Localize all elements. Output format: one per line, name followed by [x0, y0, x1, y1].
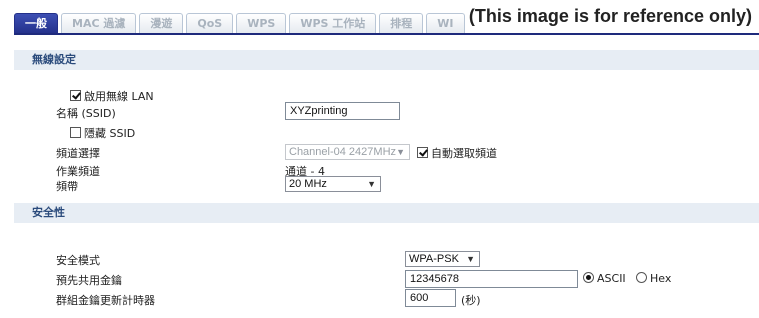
tab-list: 一般 MAC 過濾 漫遊 QoS WPS WPS 工作站 排程 WI: [14, 13, 468, 34]
hex-option[interactable]: Hex: [636, 272, 671, 285]
tab-underline: [14, 33, 759, 35]
bandwidth-select-value: 20 MHz: [289, 178, 327, 190]
rekey-label: 群組金鑰更新計時器: [56, 294, 155, 307]
ascii-radio[interactable]: [583, 272, 594, 283]
security-mode-select[interactable]: WPA-PSK ▼: [405, 251, 480, 267]
bandwidth-select[interactable]: 20 MHz ▼: [285, 176, 381, 192]
enable-wireless-checkbox[interactable]: [70, 90, 81, 101]
channel-select-label: 頻道選擇: [56, 147, 100, 160]
enable-wireless-label: 啟用無線 LAN: [84, 90, 154, 103]
hide-ssid-checkbox[interactable]: [70, 127, 81, 138]
rekey-unit: (秒): [461, 294, 481, 307]
hide-ssid-row[interactable]: 隱藏 SSID: [70, 125, 135, 141]
chevron-down-icon: ▼: [466, 254, 475, 264]
tab-mac-filter[interactable]: MAC 過濾: [61, 13, 137, 34]
wireless-section-header: 無線設定: [14, 50, 759, 70]
tab-roaming[interactable]: 漫遊: [139, 13, 184, 34]
settings-content: 無線設定 啟用無線 LAN 名稱 (SSID) XYZprinting 隱藏 S…: [14, 40, 759, 318]
wireless-section-title: 無線設定: [32, 53, 76, 66]
tab-bar: 一般 MAC 過濾 漫遊 QoS WPS WPS 工作站 排程 WI (This…: [0, 0, 759, 40]
psk-label: 預先共用金鑰: [56, 274, 122, 287]
reference-watermark: (This image is for reference only): [466, 6, 754, 27]
bandwidth-label: 頻帶: [56, 180, 78, 193]
auto-channel-checkbox[interactable]: [417, 147, 428, 158]
auto-channel-label: 自動選取頻道: [431, 147, 497, 160]
rekey-input[interactable]: 600: [405, 289, 456, 307]
ssid-input[interactable]: XYZprinting: [285, 102, 400, 120]
hex-radio[interactable]: [636, 272, 647, 283]
ascii-label: ASCII: [597, 272, 626, 285]
hex-label: Hex: [650, 272, 672, 285]
security-section-title: 安全性: [32, 206, 65, 219]
tab-schedule[interactable]: 排程: [379, 13, 424, 34]
tab-general[interactable]: 一般: [14, 13, 58, 34]
hide-ssid-label: 隱藏 SSID: [84, 127, 136, 140]
security-section-header: 安全性: [14, 203, 759, 223]
ascii-option[interactable]: ASCII: [583, 272, 626, 285]
security-mode-label: 安全模式: [56, 254, 100, 267]
enable-wireless-row[interactable]: 啟用無線 LAN: [70, 88, 154, 104]
tab-wi[interactable]: WI: [426, 13, 465, 34]
tab-wps-station[interactable]: WPS 工作站: [289, 13, 377, 34]
auto-channel-row[interactable]: 自動選取頻道: [417, 145, 497, 161]
psk-input[interactable]: 12345678: [405, 270, 578, 288]
channel-select-value: Channel-04 2427MHz: [289, 146, 397, 158]
chevron-down-icon: ▼: [396, 147, 405, 157]
tab-wps[interactable]: WPS: [236, 13, 287, 34]
channel-select[interactable]: Channel-04 2427MHz ▼: [285, 144, 410, 160]
security-mode-value: WPA-PSK: [409, 253, 459, 265]
working-channel-label: 作業頻道: [56, 165, 100, 178]
ssid-label: 名稱 (SSID): [56, 107, 116, 120]
chevron-down-icon: ▼: [367, 179, 376, 189]
tab-qos[interactable]: QoS: [186, 13, 234, 34]
